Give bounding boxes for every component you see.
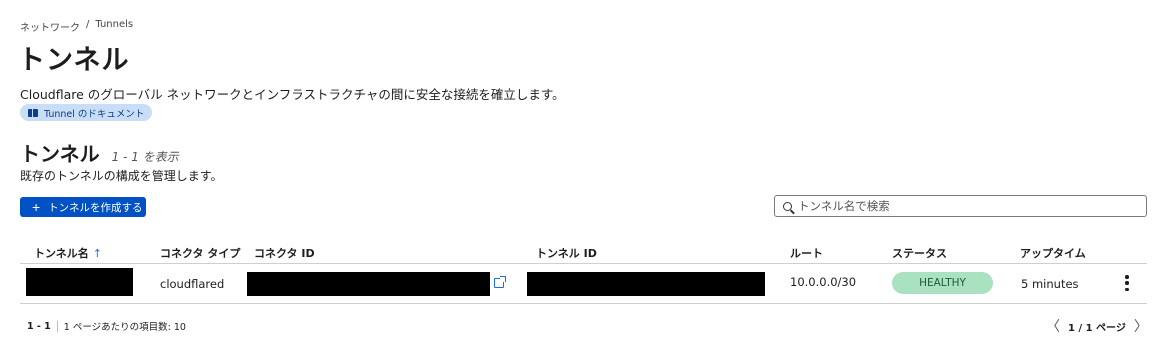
breadcrumb: ネットワーク / Tunnels (20, 19, 133, 34)
pagination-summary: 1 - 1 1 ページあたりの項目数: 10 (27, 319, 186, 333)
breadcrumb-network-link[interactable]: ネットワーク (20, 19, 80, 34)
tunnel-id-redacted (527, 272, 765, 296)
column-header-connector-type: コネクタ タイプ (160, 247, 241, 260)
pagination-range: 1 - 1 (27, 320, 51, 332)
plus-icon: + (32, 199, 41, 215)
section-description: 既存のトンネルの構成を管理します。 (20, 169, 223, 183)
result-count: 1 - 1 を表示 (111, 150, 179, 164)
create-tunnel-button[interactable]: + トンネルを作成する (20, 197, 146, 217)
book-icon (28, 108, 38, 117)
section-header: トンネル 1 - 1 を表示 (20, 138, 179, 167)
connector-type-cell: cloudflared (160, 277, 225, 291)
row-actions-menu-icon[interactable] (1124, 275, 1130, 291)
table-divider (20, 303, 1147, 304)
sort-ascending-icon[interactable]: ↑ (93, 247, 102, 260)
page-description: Cloudflare のグローバル ネットワークとインフラストラクチャの間に安全… (20, 87, 565, 102)
breadcrumb-separator: / (86, 19, 90, 30)
tunnel-docs-link[interactable]: Tunnel のドキュメント (20, 104, 153, 121)
items-per-page[interactable]: 1 ページあたりの項目数: 10 (64, 319, 186, 333)
tunnel-name-redacted[interactable] (26, 268, 133, 296)
page-title: トンネル (18, 45, 130, 76)
uptime-cell: 5 minutes (1021, 277, 1079, 291)
column-header-route: ルート (790, 247, 823, 260)
column-header-name-label: トンネル名 (34, 247, 89, 260)
section-title: トンネル (20, 142, 100, 166)
status-badge: HEALTHY (892, 272, 993, 294)
search-box[interactable] (774, 195, 1147, 217)
search-input[interactable] (798, 199, 1118, 213)
connector-id-redacted (247, 272, 490, 296)
pagination-controls: 〈 1 / 1 ページ 〉 (1046, 316, 1148, 336)
column-header-status: ステータス (892, 247, 947, 260)
page-indicator: 1 / 1 ページ (1068, 322, 1126, 334)
column-header-connector-id: コネクタ ID (254, 247, 315, 260)
table-divider (20, 263, 1147, 264)
route-cell: 10.0.0.0/30 (790, 275, 857, 289)
search-icon (783, 201, 792, 211)
next-page-icon[interactable]: 〉 (1134, 316, 1148, 336)
breadcrumb-current: Tunnels (95, 19, 134, 30)
column-header-name[interactable]: トンネル名 ↑ (34, 245, 102, 261)
divider (56, 320, 58, 332)
tunnel-docs-label: Tunnel のドキュメント (44, 108, 145, 120)
create-tunnel-label: トンネルを作成する (48, 201, 143, 214)
column-header-uptime: アップタイム (1020, 247, 1086, 260)
column-header-tunnel-id: トンネル ID (536, 247, 597, 260)
previous-page-icon[interactable]: 〈 (1046, 316, 1060, 336)
external-link-icon[interactable] (494, 276, 506, 288)
